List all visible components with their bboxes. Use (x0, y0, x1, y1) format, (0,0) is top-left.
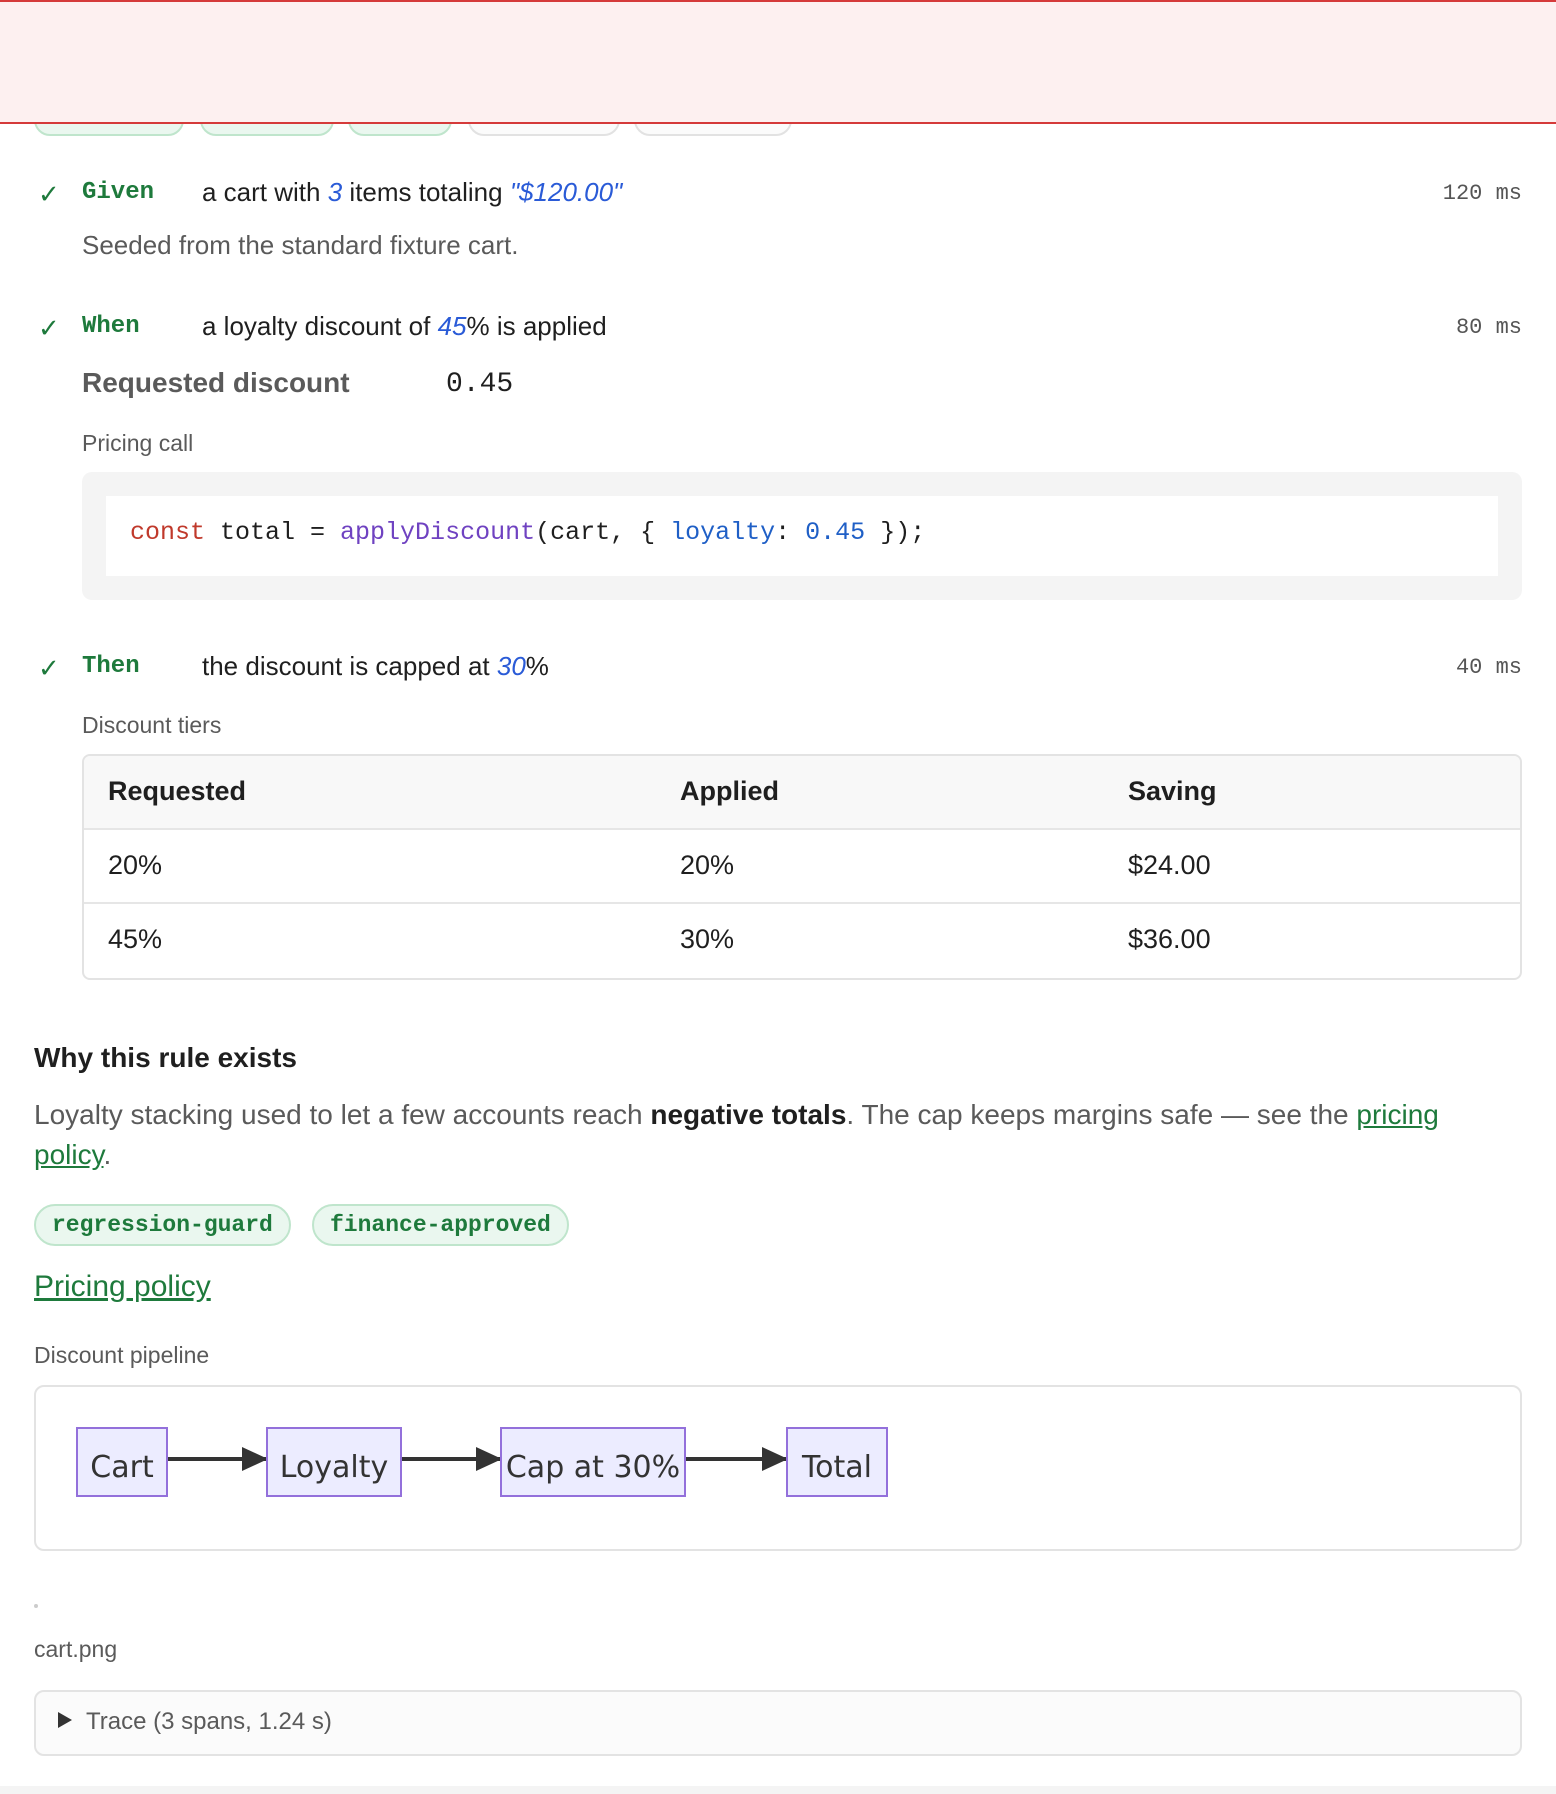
column-header: Applied (680, 776, 779, 806)
code-block: const total = applyDiscount(cart, { loya… (82, 472, 1522, 600)
why-paragraph: Loyalty stacking used to let a few accou… (34, 1099, 1439, 1170)
step-given: ✓ Given a cart with 3 items totaling "$1… (34, 175, 1522, 215)
table-cell: 45% (108, 924, 163, 954)
arrow-right-icon (686, 1447, 788, 1471)
step-text: the discount is capped at 30% (202, 651, 549, 681)
kv-key: Requested discount (82, 367, 350, 398)
pricing-policy-link[interactable]: Pricing policy (34, 1270, 211, 1304)
pipeline-diagram: Cart Loyalty Cap at 30% Total (34, 1385, 1522, 1551)
diagram-node: Cap at 30% (500, 1427, 686, 1497)
code-line: const total = applyDiscount(cart, { loya… (130, 518, 926, 547)
trace-summary: Trace (3 spans, 1.24 s) (86, 1708, 332, 1735)
table-cell: $36.00 (1128, 924, 1211, 954)
pass-check-icon: ✓ (38, 653, 60, 683)
step-text: a cart with 3 items totaling "$120.00" (202, 177, 623, 207)
step-param: "$120.00" (509, 177, 623, 207)
discount-tiers-table: Requested Applied Saving 20% 20% $24.00 … (82, 754, 1522, 980)
step-param: 30 (496, 651, 526, 681)
step-keyword: Given (82, 179, 155, 206)
step-duration: 80 ms (1455, 315, 1522, 340)
tag-finance-approved[interactable]: finance-approved (312, 1204, 569, 1246)
step-duration: 40 ms (1455, 655, 1522, 680)
tag-regression-guard[interactable]: regression-guard (34, 1204, 291, 1246)
diagram-node: Total (786, 1427, 888, 1497)
table-row: 20% 20% $24.00 (84, 830, 1520, 904)
step-keyword: Then (82, 653, 140, 680)
disclosure-triangle-icon (58, 1712, 72, 1728)
table-cell: $24.00 (1128, 850, 1211, 880)
column-header: Saving (1128, 776, 1217, 806)
column-header: Requested (108, 776, 247, 806)
arrow-right-icon (402, 1447, 502, 1471)
diagram-node: Loyalty (266, 1427, 402, 1497)
attachment-name: cart.png (34, 1636, 118, 1662)
step-param: 45 (437, 311, 467, 341)
step-note: Seeded from the standard fixture cart. (82, 230, 519, 260)
pass-check-icon: ✓ (38, 313, 60, 343)
step-then: ✓ Then the discount is capped at 30% 40 … (34, 649, 1522, 689)
table-row: 45% 30% $36.00 (84, 904, 1520, 978)
table-cell: 30% (680, 924, 735, 954)
pass-check-icon: ✓ (38, 179, 60, 209)
step-text: a loyalty discount of 45% is applied (202, 311, 607, 341)
diagram-label: Discount pipeline (34, 1342, 210, 1368)
emphasis: negative totals (650, 1099, 847, 1130)
kv-value: 0.45 (446, 369, 514, 400)
step-keyword: When (82, 313, 140, 340)
step-duration: 120 ms (1442, 181, 1522, 206)
arrow-right-icon (168, 1447, 268, 1471)
error-banner (0, 0, 1556, 124)
table-header-row: Requested Applied Saving (84, 756, 1520, 830)
table-cell: 20% (680, 850, 735, 880)
code-label: Pricing call (82, 430, 194, 456)
page-bottom-edge (0, 1786, 1556, 1794)
code-panel: const total = applyDiscount(cart, { loya… (106, 496, 1498, 576)
why-heading: Why this rule exists (34, 1042, 297, 1073)
trace-disclosure[interactable]: Trace (3 spans, 1.24 s) (34, 1690, 1522, 1756)
diagram-node: Cart (76, 1427, 168, 1497)
table-cell: 20% (108, 850, 163, 880)
step-when: ✓ When a loyalty discount of 45% is appl… (34, 309, 1522, 349)
table-label: Discount tiers (82, 712, 222, 738)
step-param: 3 (327, 177, 343, 207)
broken-image-icon (34, 1604, 38, 1608)
